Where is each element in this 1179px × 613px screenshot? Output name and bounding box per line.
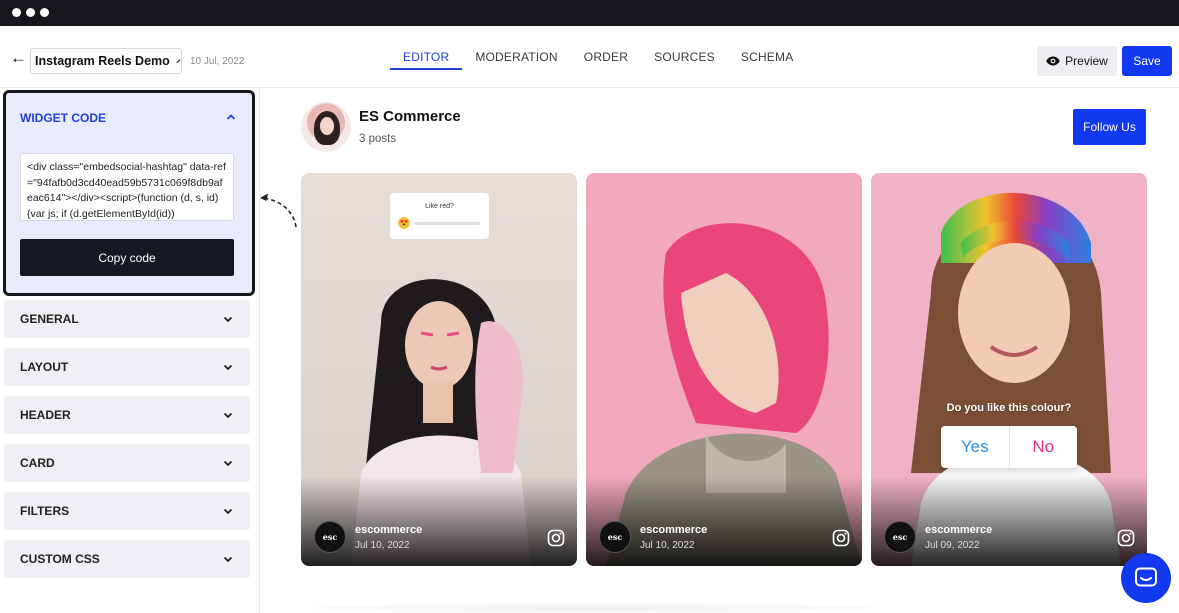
preview-button[interactable]: Preview	[1037, 46, 1117, 76]
chat-button[interactable]	[1121, 553, 1171, 603]
chevron-down-icon	[223, 556, 233, 563]
section-custom-css[interactable]: CUSTOM CSS	[4, 540, 250, 578]
window-dot-icon	[12, 8, 21, 17]
window-dot-icon	[40, 8, 49, 17]
heart-eyes-emoji-icon: 😍	[398, 217, 410, 229]
profile-post-count: 3 posts	[359, 133, 397, 145]
arrow-left-icon[interactable]: ←	[10, 49, 27, 66]
sticker-slider	[414, 222, 480, 225]
tab-sources[interactable]: SOURCES	[641, 50, 728, 70]
instagram-icon[interactable]	[832, 529, 850, 547]
account-logo: esc	[884, 521, 916, 553]
chevron-up-icon[interactable]	[226, 112, 236, 122]
card-date: Jul 10, 2022	[355, 540, 410, 551]
tab-order[interactable]: ORDER	[571, 50, 641, 70]
follow-us-button[interactable]: Follow Us	[1073, 109, 1146, 145]
reel-card[interactable]: Like red? 😍 esc escommerce Jul 10, 2022	[301, 173, 577, 566]
tab-moderation[interactable]: MODERATION	[462, 50, 570, 70]
sticker-question: Like red?	[425, 203, 454, 210]
section-layout[interactable]: LAYOUT	[4, 348, 250, 386]
section-header[interactable]: HEADER	[4, 396, 250, 434]
window-dot-icon	[26, 8, 35, 17]
save-button[interactable]: Save	[1122, 46, 1172, 76]
section-label: HEADER	[20, 408, 71, 422]
section-label: CUSTOM CSS	[20, 552, 100, 566]
instagram-icon[interactable]	[547, 529, 565, 547]
account-logo: esc	[599, 521, 631, 553]
poll-sticker: Like red? 😍	[390, 193, 489, 239]
card-username[interactable]: escommerce	[925, 524, 992, 536]
widget-code-title[interactable]: WIDGET CODE	[20, 111, 106, 125]
reel-card[interactable]: Do you like this colour? Yes No esc esco…	[871, 173, 1147, 566]
editor-header: ← Instagram Reels Demo 10 Jul, 2022 EDIT…	[0, 26, 1179, 88]
chevron-down-icon	[223, 316, 233, 323]
widget-date: 10 Jul, 2022	[190, 56, 245, 67]
section-label: GENERAL	[20, 312, 79, 326]
poll-no-option[interactable]: No	[1010, 426, 1078, 468]
tab-schema[interactable]: SCHEMA	[728, 50, 807, 70]
card-username[interactable]: escommerce	[355, 524, 422, 536]
instagram-icon[interactable]	[1117, 529, 1135, 547]
card-username[interactable]: escommerce	[640, 524, 707, 536]
widget-name-field[interactable]: Instagram Reels Demo	[30, 48, 182, 74]
window-titlebar	[0, 0, 1179, 26]
profile-avatar[interactable]	[301, 102, 351, 152]
copy-code-button[interactable]: Copy code	[20, 239, 234, 276]
settings-sidebar: WIDGET CODE <div class="embedsocial-hash…	[0, 88, 260, 613]
section-label: LAYOUT	[20, 360, 69, 374]
widget-name: Instagram Reels Demo	[35, 54, 170, 68]
widget-code-textarea[interactable]: <div class="embedsocial-hashtag" data-re…	[20, 153, 234, 221]
yes-no-poll: Yes No	[941, 426, 1077, 468]
chevron-down-icon	[223, 412, 233, 419]
profile-name[interactable]: ES Commerce	[359, 108, 461, 125]
account-logo: esc	[314, 521, 346, 553]
widget-code-panel: WIDGET CODE <div class="embedsocial-hash…	[3, 90, 255, 296]
card-date: Jul 09, 2022	[925, 540, 980, 551]
chevron-down-icon	[223, 460, 233, 467]
section-card[interactable]: CARD	[4, 444, 250, 482]
chat-icon	[1135, 567, 1157, 587]
preview-label: Preview	[1065, 54, 1108, 68]
pencil-icon[interactable]	[176, 55, 181, 67]
editor-tabs: EDITOR MODERATION ORDER SOURCES SCHEMA	[390, 50, 806, 70]
section-filters[interactable]: FILTERS	[4, 492, 250, 530]
section-label: CARD	[20, 456, 55, 470]
dashed-arrow-icon	[260, 193, 297, 228]
chevron-down-icon	[223, 508, 233, 515]
chevron-down-icon	[223, 364, 233, 371]
tab-editor[interactable]: EDITOR	[390, 50, 463, 70]
reel-card[interactable]: esc escommerce Jul 10, 2022	[586, 173, 862, 566]
poll-question: Do you like this colour?	[946, 402, 1072, 414]
eye-icon	[1046, 56, 1060, 66]
section-general[interactable]: GENERAL	[4, 300, 250, 338]
card-date: Jul 10, 2022	[640, 540, 695, 551]
poll-yes-option[interactable]: Yes	[941, 426, 1010, 468]
section-label: FILTERS	[20, 504, 70, 518]
